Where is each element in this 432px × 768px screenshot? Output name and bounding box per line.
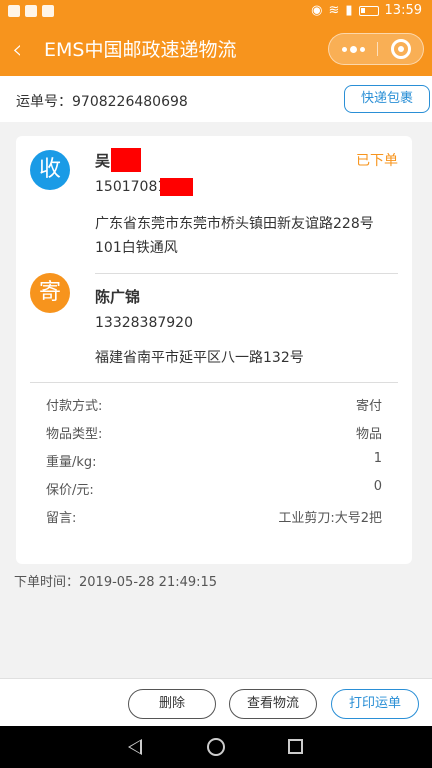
redaction-mark [160, 178, 193, 196]
detail-value: 寄付 [355, 399, 382, 414]
home-circle-icon[interactable] [207, 738, 225, 756]
detail-value: 物品 [355, 427, 382, 442]
order-time: 下单时间：2019-05-28 21:49:15 [14, 575, 218, 590]
sender-name: 陈广锦 [95, 288, 141, 306]
divider [30, 382, 398, 383]
eye-icon: ◉ [311, 3, 323, 18]
redaction-mark [111, 148, 141, 172]
back-triangle-icon[interactable] [128, 739, 142, 755]
recents-square-icon[interactable] [288, 739, 303, 754]
detail-value: 1 [373, 451, 382, 466]
sender-address: 福建省南平市延平区八一路132号 [95, 350, 304, 366]
notification-icon [25, 5, 37, 17]
detail-key: 重量/kg: [46, 455, 97, 470]
page-title: EMS中国邮政速递物流 [44, 39, 237, 61]
track-button[interactable]: 查看物流 [229, 689, 317, 719]
status-bar: ◉ ≋ ▮ 13:59 [0, 0, 432, 24]
order-bar: 运单号：9708226480698 快递包裹 [0, 76, 432, 122]
receiver-name: 吴 [95, 152, 111, 170]
receiver-phone: 15017081 [95, 179, 167, 195]
detail-key: 付款方式: [46, 399, 103, 414]
detail-key: 物品类型: [46, 427, 103, 442]
wifi-icon: ≋ [328, 3, 340, 18]
detail-row: 留言: 工业剪刀:大号2把 [46, 507, 382, 527]
close-icon[interactable] [391, 39, 411, 59]
detail-row: 付款方式: 寄付 [46, 395, 382, 415]
print-button[interactable]: 打印运单 [331, 689, 419, 719]
receiver-address: 广东省东莞市东莞市桥头镇田新友谊路228号101白铁通风 [95, 216, 374, 256]
battery-icon [358, 5, 379, 16]
capsule-divider [377, 42, 378, 56]
detail-value: 0 [373, 479, 382, 494]
sender-phone: 13328387920 [95, 315, 193, 331]
system-nav-bar [0, 726, 432, 768]
order-card: 收 吴 已下单 15017081 广东省东莞市东莞市桥头镇田新友谊路228号10… [16, 136, 412, 564]
sender-avatar: 寄 [30, 273, 70, 313]
notification-icon [8, 5, 20, 17]
miniprogram-capsule [328, 33, 424, 65]
back-icon[interactable]: ‹ [12, 36, 36, 64]
notification-icons [8, 5, 54, 17]
system-icons: ◉ ≋ ▮ 13:59 [311, 3, 422, 18]
detail-row: 物品类型: 物品 [46, 423, 382, 443]
receiver-avatar: 收 [30, 150, 70, 190]
clock: 13:59 [384, 3, 422, 18]
detail-key: 保价/元: [46, 483, 94, 498]
express-package-button[interactable]: 快递包裹 [344, 85, 430, 113]
detail-key: 留言: [46, 511, 77, 526]
detail-row: 保价/元: 0 [46, 479, 382, 499]
more-icon[interactable] [329, 34, 377, 64]
delete-button[interactable]: 删除 [128, 689, 216, 719]
detail-row: 重量/kg: 1 [46, 451, 382, 471]
nav-bar: ‹ EMS中国邮政速递物流 [0, 24, 432, 76]
tracking-number: 运单号：9708226480698 [16, 94, 188, 110]
signal-icon: ▮ [345, 3, 353, 18]
action-bar: 删除 查看物流 打印运单 [0, 678, 432, 726]
divider [95, 273, 398, 274]
notification-icon [42, 5, 54, 17]
detail-value: 工业剪刀:大号2把 [278, 511, 382, 526]
order-status: 已下单 [356, 153, 398, 169]
